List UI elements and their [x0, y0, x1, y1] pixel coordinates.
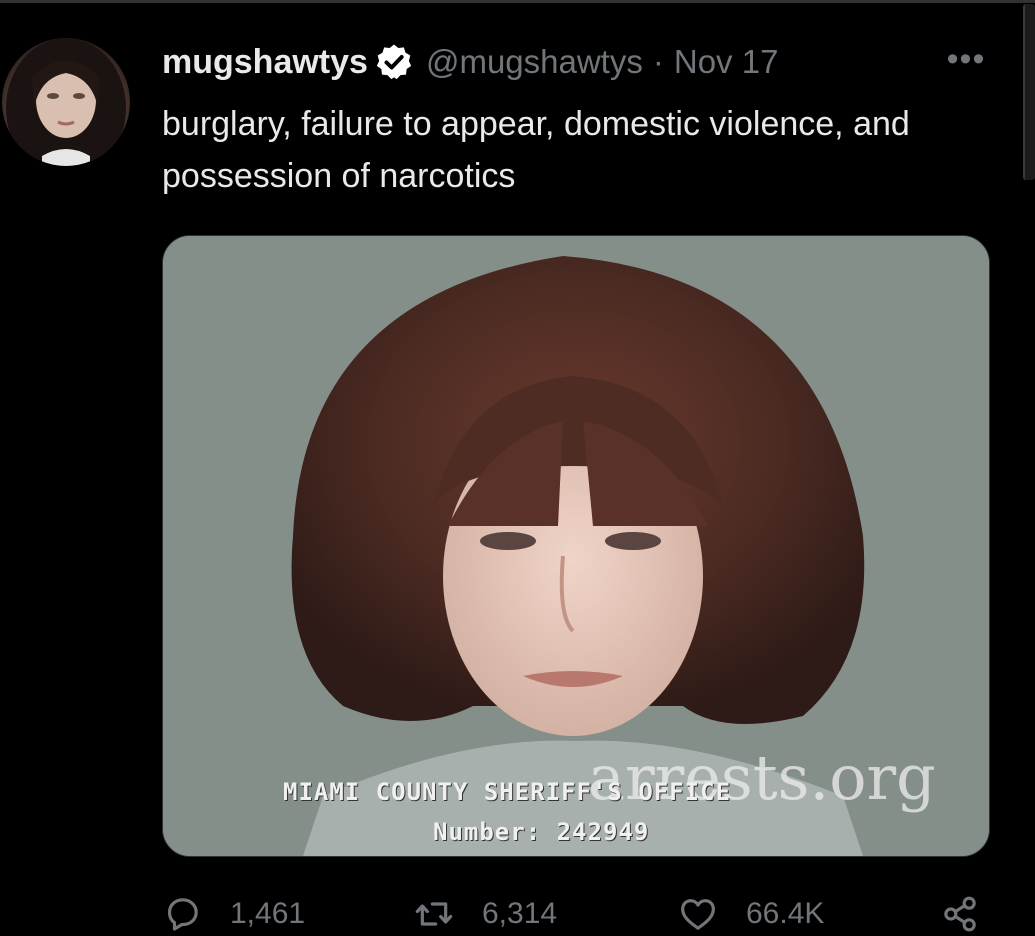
reply-button[interactable]: 1,461 [162, 892, 305, 936]
share-button[interactable] [940, 892, 980, 936]
avatar-image [6, 38, 126, 166]
handle[interactable]: @mugshawtys [426, 43, 643, 81]
share-icon [944, 896, 976, 932]
action-bar: 1,461 6,314 66.4K [162, 892, 992, 936]
top-divider [0, 0, 1035, 3]
retweet-icon [415, 902, 453, 926]
tweet-date[interactable]: Nov 17 [674, 43, 779, 81]
tweet-text: burglary, failure to appear, domestic vi… [162, 105, 910, 195]
heart-icon [681, 899, 715, 930]
tweet-header: mugshawtys @mugshawtys · Nov 17 [162, 40, 778, 84]
retweet-count: 6,314 [482, 897, 558, 930]
scrollbar[interactable] [1023, 4, 1035, 180]
mugshot-number: Number: 242949 [433, 818, 650, 846]
tweet-media[interactable]: arrests.org MIAMI COUNTY SHERIFF'S OFFIC… [162, 235, 990, 857]
reply-count: 1,461 [230, 897, 306, 930]
reply-icon [167, 898, 198, 931]
verified-badge-icon [374, 42, 414, 82]
retweet-button[interactable]: 6,314 [414, 892, 557, 936]
like-button[interactable]: 66.4K [678, 892, 824, 936]
avatar[interactable] [2, 38, 130, 166]
mugshot-caption: MIAMI COUNTY SHERIFF'S OFFICE [283, 778, 732, 806]
separator-dot: · [652, 43, 664, 80]
like-count: 66.4K [746, 897, 825, 930]
display-name[interactable]: mugshawtys [162, 43, 368, 82]
more-options-icon[interactable]: ••• [942, 42, 990, 80]
